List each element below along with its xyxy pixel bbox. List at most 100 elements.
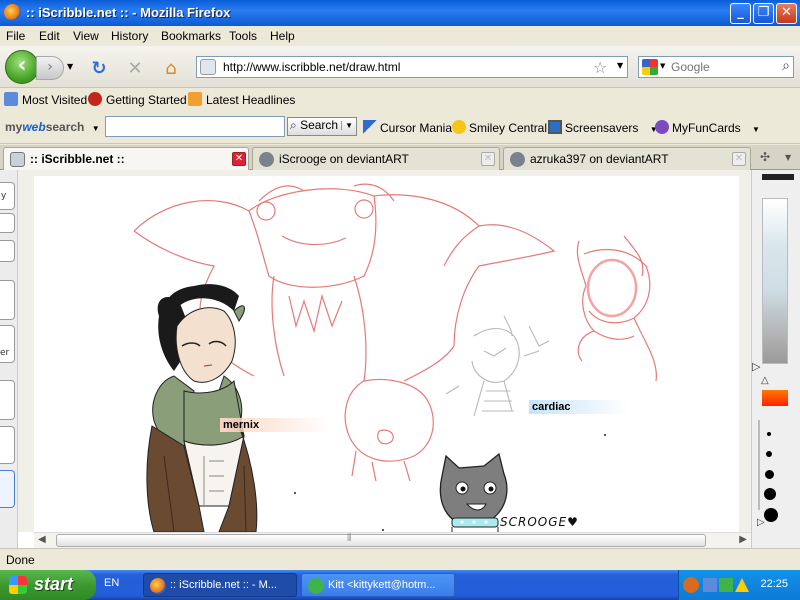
tab-iscribble[interactable]: :: iScribble.net :: ✕	[3, 147, 249, 171]
brush-size-5[interactable]	[764, 508, 778, 522]
menu-tools[interactable]: Tools	[229, 29, 257, 43]
firefox-icon	[150, 578, 166, 594]
brush-size-4[interactable]	[764, 488, 776, 500]
monitor-icon	[548, 120, 562, 134]
horizontal-scrollbar[interactable]: ◀ ⦀ ▶	[34, 532, 751, 548]
brush-size-3[interactable]	[765, 470, 774, 479]
forward-button[interactable]: ›	[36, 56, 64, 80]
myfuncards-button[interactable]: MyFunCards ▼	[655, 120, 760, 135]
home-icon[interactable]: ⌂	[160, 58, 182, 80]
system-tray: 22:25	[678, 570, 800, 600]
tool-button[interactable]: y	[0, 182, 15, 210]
windows-taskbar: start EN :: iScribble.net :: - M... Kitt…	[0, 570, 800, 600]
search-input[interactable]	[671, 60, 771, 74]
funcards-icon	[655, 120, 669, 134]
taskbar-item-firefox[interactable]: :: iScribble.net :: - M...	[143, 573, 297, 597]
websearch-toolbar: mywebsearch ▼ ⌕ Search ▼ Cursor Mania Sm…	[0, 110, 800, 144]
bookmark-most-visited[interactable]: Most Visited	[4, 92, 87, 107]
status-bar: Done	[0, 548, 800, 570]
color-swatch-current[interactable]	[762, 174, 794, 180]
url-input[interactable]	[223, 59, 583, 75]
drawing-canvas[interactable]: SCROOGE♥ mernix cardiac	[34, 176, 739, 532]
status-text: Done	[6, 553, 35, 567]
reload-icon[interactable]: ↻	[88, 58, 110, 80]
tab-close-icon[interactable]: ✕	[732, 152, 746, 166]
bookmark-getting-started[interactable]: Getting Started	[88, 92, 187, 107]
maximize-button[interactable]: ❐	[753, 3, 774, 24]
user-tag-cardiac: cardiac	[529, 400, 629, 414]
size-arrow-icon[interactable]: ▷	[757, 517, 765, 528]
search-bar[interactable]: ▼ ⌕	[638, 56, 794, 78]
network-icon[interactable]	[703, 578, 717, 592]
iscribble-favicon	[10, 152, 25, 167]
url-bar[interactable]: ☆ ▼	[196, 56, 628, 78]
tool-button[interactable]	[0, 240, 15, 262]
scroll-right-icon[interactable]: ▶	[739, 534, 747, 545]
slider-arrow-left-icon[interactable]: ▷	[752, 360, 760, 373]
menu-help[interactable]: Help	[270, 29, 295, 43]
site-favicon	[200, 59, 216, 75]
scroll-left-icon[interactable]: ◀	[38, 534, 46, 545]
smiley-icon	[452, 120, 466, 134]
tray-expand-icon[interactable]	[683, 577, 699, 593]
tab-bar: :: iScribble.net :: ✕ iScrooge on devian…	[0, 145, 800, 171]
tool-button[interactable]	[0, 280, 15, 320]
menu-view[interactable]: View	[73, 29, 99, 43]
smiley-central-button[interactable]: Smiley Central	[452, 120, 547, 135]
tab-close-icon[interactable]: ✕	[232, 152, 246, 166]
gray-cat-drawing	[439, 452, 508, 532]
tool-button[interactable]	[0, 213, 15, 233]
hue-strip[interactable]	[762, 390, 788, 406]
scrollbar-thumb[interactable]: ⦀	[56, 533, 706, 547]
canvas-drawing[interactable]: SCROOGE♥	[34, 176, 739, 532]
tab-azruka397-deviantart[interactable]: azruka397 on deviantART ✕	[503, 147, 751, 170]
slider-arrow-up-icon[interactable]: △	[761, 375, 769, 386]
green-character-drawing	[146, 284, 258, 532]
warning-icon[interactable]	[735, 578, 749, 592]
menu-bookmarks[interactable]: Bookmarks	[161, 29, 221, 43]
bookmark-star-icon[interactable]: ☆	[593, 58, 607, 77]
folder-icon	[4, 92, 18, 106]
taskbar-item-messenger[interactable]: Kitt <kittykett@hotm...	[301, 573, 455, 597]
messenger-icon	[308, 578, 324, 594]
messenger-tray-icon[interactable]	[719, 578, 733, 592]
google-engine-icon[interactable]	[642, 59, 658, 75]
brush-size-1[interactable]	[767, 432, 771, 436]
tab-close-icon[interactable]: ✕	[481, 152, 495, 166]
websearch-button[interactable]: ⌕ Search ▼	[287, 117, 357, 136]
minimize-button[interactable]: _	[730, 3, 751, 24]
back-button[interactable]: ‹	[5, 50, 39, 84]
canvas-frame-left	[18, 170, 34, 532]
history-dropdown-icon[interactable]: ▼	[67, 62, 73, 71]
list-all-tabs-icon[interactable]: ✣	[760, 150, 770, 164]
menu-history[interactable]: History	[111, 29, 148, 43]
cursor-mania-button[interactable]: Cursor Mania	[363, 120, 452, 135]
bookmark-latest-headlines[interactable]: Latest Headlines	[188, 92, 295, 107]
shade-slider[interactable]	[762, 198, 788, 364]
size-slider-track[interactable]	[758, 420, 760, 510]
tool-button[interactable]	[0, 426, 15, 464]
canvas-frame-right	[739, 170, 751, 532]
scrooge-signature: SCROOGE♥	[500, 515, 579, 529]
tool-button[interactable]	[0, 380, 15, 420]
firefox-icon	[4, 4, 21, 21]
engine-dropdown-icon[interactable]: ▼	[660, 62, 665, 70]
search-icon[interactable]: ⌕	[782, 58, 790, 74]
user-tag-mernix: mernix	[220, 418, 330, 432]
tool-button-selected[interactable]	[0, 470, 15, 508]
close-button[interactable]: ✕	[776, 3, 797, 24]
url-dropdown-icon[interactable]: ▼	[617, 61, 623, 70]
stop-icon[interactable]: ✕	[124, 58, 146, 80]
tool-button[interactable]: er	[0, 325, 15, 363]
tab-dropdown-icon[interactable]: ▼	[785, 153, 791, 162]
screensavers-button[interactable]: Screensavers ▼	[548, 120, 658, 135]
start-button[interactable]: start	[0, 570, 96, 600]
language-indicator[interactable]: EN	[104, 577, 119, 589]
websearch-input[interactable]	[105, 116, 285, 137]
search-icon: ⌕	[290, 118, 297, 132]
tab-iscrooge-deviantart[interactable]: iScrooge on deviantART ✕	[252, 147, 500, 170]
menu-file[interactable]: File	[6, 29, 25, 43]
brush-size-2[interactable]	[766, 451, 772, 457]
menu-edit[interactable]: Edit	[39, 29, 60, 43]
bookmarks-toolbar: Most Visited Getting Started Latest Head…	[0, 88, 800, 110]
